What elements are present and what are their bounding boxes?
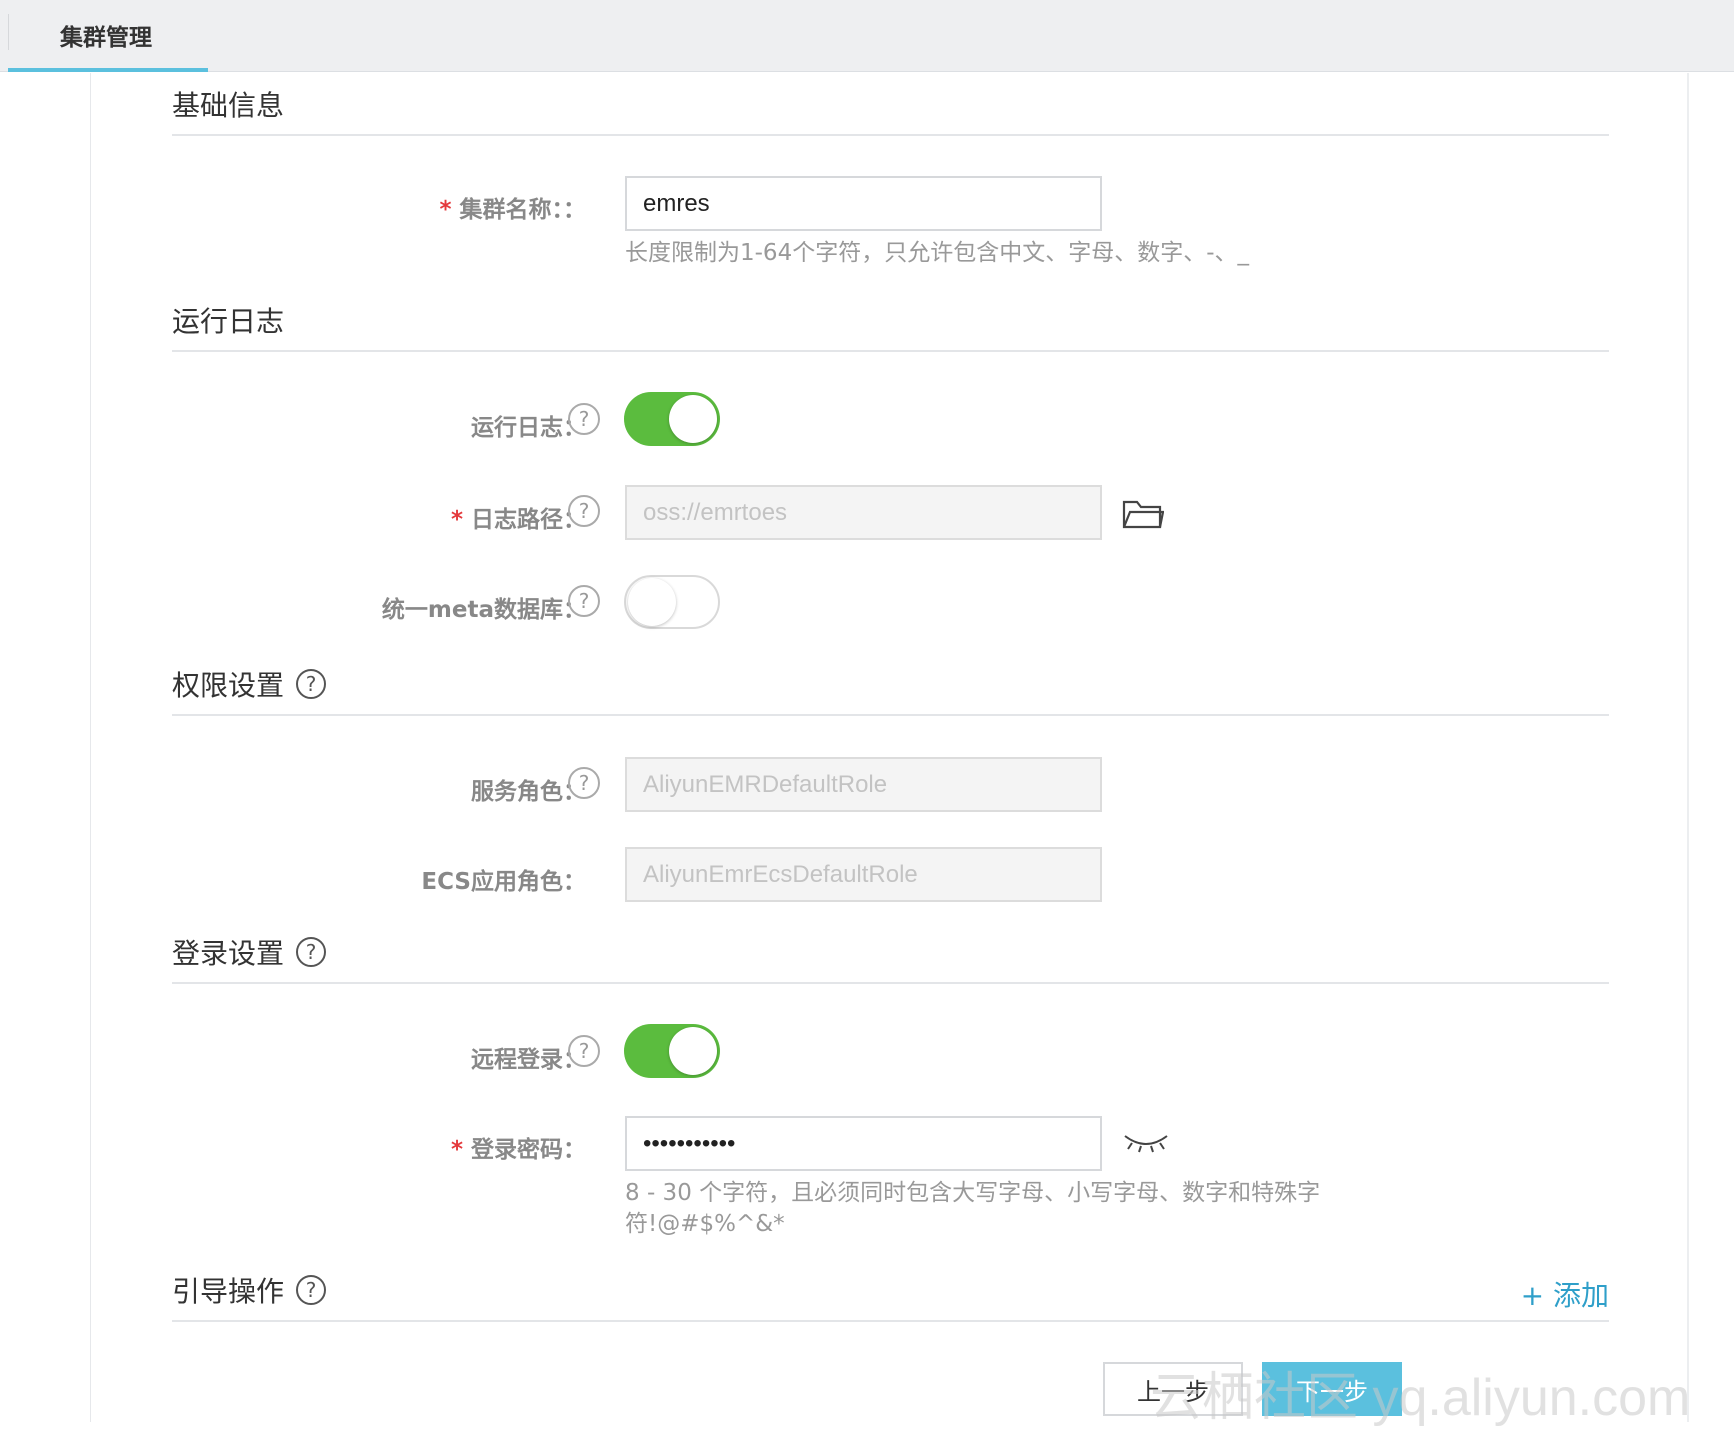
unified-meta-toggle[interactable] [624,575,720,629]
cluster-name-hint: 长度限制为1-64个字符，只允许包含中文、字母、数字、-、_ [625,240,1249,266]
bootstrap-help-icon[interactable]: ? [296,1275,327,1305]
cluster-name-label: * 集群名称：： [439,197,586,223]
section-divider [172,982,1609,984]
section-title-permissions: 权限设置 ? [172,664,327,704]
content-border-right [1687,73,1689,1422]
prev-step-button[interactable]: 上一步 [1103,1362,1243,1416]
permissions-help-icon[interactable]: ? [296,669,327,699]
log-path-label: * 日志路径： [450,507,586,533]
login-help-icon[interactable]: ? [296,937,327,967]
section-title-basic: 基础信息 [172,89,285,122]
toggle-knob [628,578,676,626]
toggle-knob [669,395,717,443]
log-path-help-icon[interactable]: ? [568,495,600,527]
required-mark: * [450,1137,463,1163]
section-divider [172,714,1609,716]
unified-meta-help-icon[interactable]: ? [568,585,600,617]
unified-meta-label: 统一meta数据库： [381,597,586,623]
service-role-input [625,757,1102,812]
section-title-logs: 运行日志 [172,305,285,338]
next-step-button[interactable]: 下一步 [1262,1362,1402,1416]
log-path-input [625,485,1102,540]
tab-label: 集群管理 [60,25,152,51]
remote-login-help-icon[interactable]: ? [568,1035,600,1067]
login-password-label: * 登录密码： [450,1137,586,1163]
required-mark: * [450,507,463,533]
content-border-left [90,73,91,1422]
ecs-role-input [625,847,1102,902]
folder-open-icon[interactable] [1122,496,1164,530]
tab-cluster-management[interactable]: 集群管理 [8,0,208,72]
top-tab-bar: 集群管理 [0,0,1734,72]
section-divider [172,1320,1609,1322]
required-mark: * [439,197,452,223]
login-password-input[interactable] [625,1116,1102,1171]
run-log-toggle[interactable] [624,392,720,446]
toggle-knob [669,1027,717,1075]
run-log-help-icon[interactable]: ? [568,403,600,435]
section-title-login: 登录设置 ? [172,932,327,972]
section-divider [172,350,1609,352]
login-password-hint: 8 - 30 个字符，且必须同时包含大写字母、小写字母、数字和特殊字 符!@#$… [625,1180,1321,1237]
ecs-role-label: ECS应用角色： [421,869,586,895]
eye-closed-icon[interactable] [1122,1130,1170,1154]
section-title-bootstrap: 引导操作 ? [172,1270,327,1310]
add-bootstrap-action-link[interactable]: + 添加 [1521,1274,1609,1314]
remote-login-toggle[interactable] [624,1024,720,1078]
cluster-name-input[interactable] [625,176,1102,231]
section-divider [172,134,1609,136]
service-role-help-icon[interactable]: ? [568,767,600,799]
